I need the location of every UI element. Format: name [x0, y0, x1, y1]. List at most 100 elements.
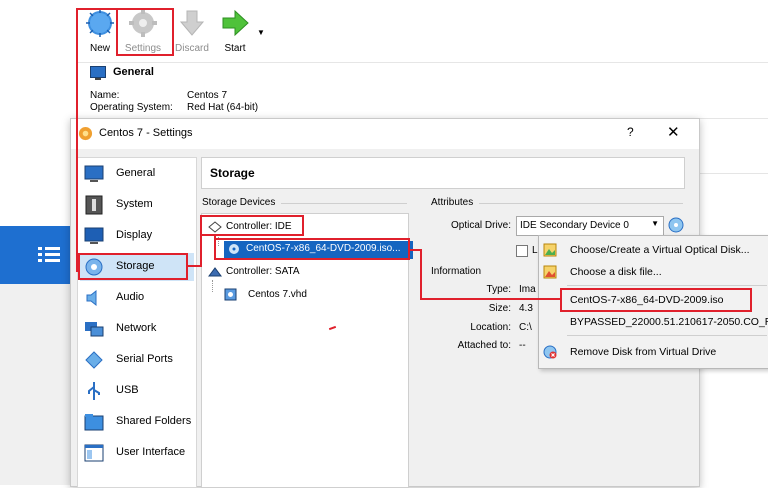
- divider: [281, 203, 407, 204]
- system-icon: [85, 195, 103, 215]
- user-interface-icon: [84, 444, 104, 462]
- menu-item-bypassed-iso[interactable]: BYPASSED_22000.51.210617-2050.CO_R: [539, 312, 768, 332]
- remove-disk-icon: [543, 345, 557, 359]
- size-value: 4.3: [519, 303, 533, 314]
- display-icon: [84, 227, 104, 244]
- annotation-box-settings: [116, 8, 174, 56]
- vm-list-selected-row[interactable]: [0, 226, 75, 284]
- annotation-line: [188, 265, 200, 267]
- annotation-line: [76, 8, 116, 10]
- category-serial-ports[interactable]: Serial Ports: [80, 346, 194, 374]
- location-value: C:\: [519, 322, 532, 333]
- annotation-box-storage: [78, 253, 188, 280]
- new-icon: [86, 9, 114, 37]
- discard-button[interactable]: Discard: [170, 8, 214, 54]
- start-label: Start: [224, 43, 246, 54]
- start-dropdown-icon[interactable]: ▼: [257, 28, 265, 37]
- category-label: Network: [116, 322, 157, 334]
- category-label: Display: [116, 229, 153, 241]
- type-value: Ima: [519, 284, 536, 295]
- optical-drive-value: IDE Secondary Device 0: [520, 220, 629, 231]
- close-button[interactable]: ✕: [667, 123, 680, 141]
- os-label: Operating System:: [90, 102, 173, 113]
- name-label: Name:: [90, 90, 120, 101]
- menu-item-label: Remove Disk from Virtual Drive: [570, 346, 717, 358]
- menu-item-remove-disk[interactable]: Remove Disk from Virtual Drive: [539, 342, 768, 362]
- vm-list-empty: [0, 284, 75, 485]
- help-button[interactable]: ?: [627, 125, 634, 139]
- category-label: General: [116, 167, 156, 179]
- optical-drive-select[interactable]: IDE Secondary Device 0 ▼: [516, 216, 664, 236]
- menu-separator: [567, 335, 767, 336]
- general-icon: [84, 165, 104, 182]
- category-shared-folders[interactable]: Shared Folders: [80, 408, 194, 436]
- category-user-interface[interactable]: User Interface: [80, 439, 194, 467]
- discard-arrow-icon: [179, 10, 205, 36]
- annotation-line: [420, 249, 422, 300]
- monitor-icon: [90, 66, 106, 80]
- annotation-box-centos-iso: [560, 288, 752, 312]
- attached-to-label: Attached to:: [457, 340, 511, 351]
- discard-label: Discard: [175, 43, 209, 54]
- category-audio[interactable]: Audio: [80, 284, 194, 312]
- name-value: Centos 7: [187, 90, 228, 101]
- tree-controller-sata[interactable]: Controller: SATA: [226, 266, 300, 277]
- attributes-label: Attributes: [431, 197, 474, 208]
- chevron-down-icon: ▼: [651, 219, 659, 228]
- page-header: Storage: [201, 157, 685, 189]
- list-view-icon[interactable]: [38, 246, 60, 264]
- storage-devices-label: Storage Devices: [202, 197, 276, 208]
- category-usb[interactable]: USB: [80, 377, 194, 405]
- size-label: Size:: [488, 303, 511, 314]
- menu-item-label: Choose a disk file...: [570, 266, 662, 278]
- tree-sata-disk[interactable]: Centos 7.vhd: [248, 289, 307, 300]
- start-button[interactable]: Start: [213, 8, 257, 54]
- menu-item-label: Choose/Create a Virtual Optical Disk...: [570, 244, 750, 256]
- annotation-line: [76, 8, 78, 272]
- os-value: Red Hat (64-bit): [187, 102, 259, 113]
- tree-connector: [212, 280, 214, 292]
- virtualbox-icon: [78, 126, 93, 141]
- category-general[interactable]: General: [80, 160, 194, 188]
- image-file-icon: [543, 243, 557, 257]
- dialog-title: Centos 7 - Settings: [99, 127, 193, 139]
- settings-category-list: General System Display Storage Audio Net…: [77, 157, 197, 488]
- annotation-line: [420, 298, 560, 300]
- category-system[interactable]: System: [80, 191, 194, 219]
- category-label: USB: [116, 384, 139, 396]
- annotation-box-controller-ide: [200, 215, 304, 236]
- details-section-title: General: [113, 66, 154, 78]
- annotation-box-ide-disk: [214, 238, 410, 260]
- menu-separator: [567, 285, 767, 286]
- optical-drive-label: Optical Drive:: [450, 220, 511, 231]
- category-label: Audio: [116, 291, 145, 303]
- network-icon: [85, 322, 104, 337]
- category-network[interactable]: Network: [80, 315, 194, 343]
- red-mark: [328, 325, 337, 331]
- location-label: Location:: [470, 322, 511, 333]
- live-cd-checkbox[interactable]: [516, 245, 528, 257]
- serial-ports-icon: [85, 351, 103, 369]
- category-label: System: [116, 198, 153, 210]
- hard-disk-icon: [224, 288, 237, 301]
- information-label: Information: [431, 266, 482, 277]
- folder-image-icon: [543, 265, 557, 279]
- usb-icon: [88, 382, 100, 400]
- menu-item-choose-create[interactable]: Choose/Create a Virtual Optical Disk...: [539, 240, 768, 260]
- category-display[interactable]: Display: [80, 222, 194, 250]
- category-label: User Interface: [116, 446, 186, 458]
- sata-controller-icon: [208, 267, 222, 277]
- menu-item-choose-file[interactable]: Choose a disk file...: [539, 262, 768, 282]
- shared-folders-icon: [84, 414, 104, 431]
- divider: [479, 203, 683, 204]
- type-label: Type:: [486, 284, 511, 295]
- audio-icon: [86, 289, 97, 307]
- category-label: Shared Folders: [116, 415, 192, 427]
- category-label: Serial Ports: [116, 353, 173, 365]
- menu-item-label: BYPASSED_22000.51.210617-2050.CO_R: [570, 316, 768, 328]
- attached-to-value: --: [519, 340, 526, 351]
- start-arrow-icon: [222, 9, 249, 37]
- choose-disk-icon[interactable]: [668, 217, 684, 233]
- page-title: Storage: [210, 166, 255, 180]
- dialog-titlebar: Centos 7 - Settings ? ✕: [71, 119, 699, 149]
